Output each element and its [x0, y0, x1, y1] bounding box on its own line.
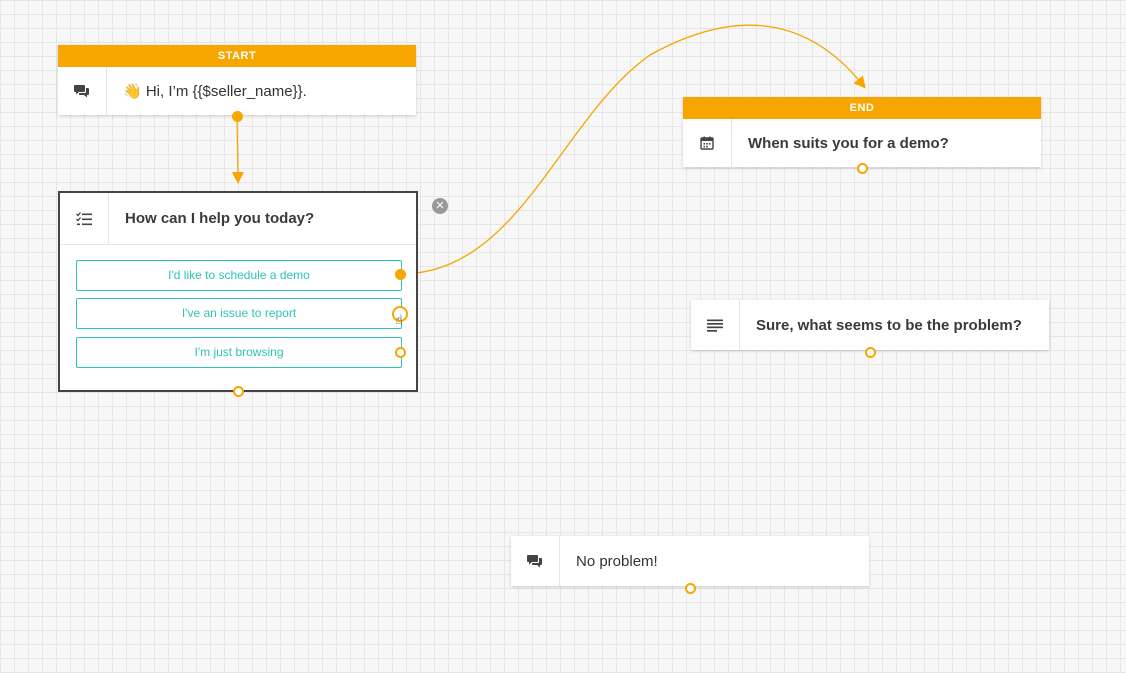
question-title: How can I help you today?: [125, 210, 315, 227]
problem-node[interactable]: Sure, what seems to be the problem?: [691, 300, 1049, 350]
connector-start-to-question[interactable]: [231, 115, 244, 184]
no-problem-node[interactable]: No problem!: [511, 536, 869, 586]
start-output-port[interactable]: [232, 111, 243, 122]
end-badge: END: [683, 97, 1041, 119]
end-output-port[interactable]: [857, 163, 868, 174]
choice-demo-port[interactable]: [395, 269, 406, 280]
problem-output-port[interactable]: [865, 347, 876, 358]
choice-just-browsing[interactable]: I'm just browsing: [76, 337, 402, 368]
flow-canvas[interactable]: START 👋 Hi, I’m {{$seller_name}}. How ca…: [0, 0, 1126, 673]
choice-schedule-demo[interactable]: I'd like to schedule a demo: [76, 260, 402, 291]
start-badge: START: [58, 45, 416, 67]
end-node[interactable]: END When suits you for a demo?: [683, 97, 1041, 167]
question-output-port[interactable]: [233, 386, 244, 397]
end-message: When suits you for a demo?: [748, 134, 949, 152]
pointer-cursor-icon: ☝: [395, 312, 403, 327]
choice-browsing-port[interactable]: [395, 347, 406, 358]
no-problem-output-port[interactable]: [685, 583, 696, 594]
choice-report-issue[interactable]: I've an issue to report: [76, 298, 402, 329]
problem-message: Sure, what seems to be the problem?: [756, 316, 1022, 334]
chat-bubbles-icon: [511, 536, 560, 586]
checklist-icon: [60, 193, 109, 244]
question-node[interactable]: How can I help you today? I'd like to sc…: [58, 191, 418, 392]
start-node[interactable]: START 👋 Hi, I’m {{$seller_name}}.: [58, 45, 416, 115]
no-problem-message: No problem!: [576, 552, 658, 570]
chat-bubbles-icon: [58, 67, 107, 115]
text-lines-icon: [691, 300, 740, 350]
close-icon[interactable]: ✕: [432, 198, 448, 214]
start-message: 👋 Hi, I’m {{$seller_name}}.: [123, 83, 307, 100]
calendar-icon: [683, 119, 732, 167]
